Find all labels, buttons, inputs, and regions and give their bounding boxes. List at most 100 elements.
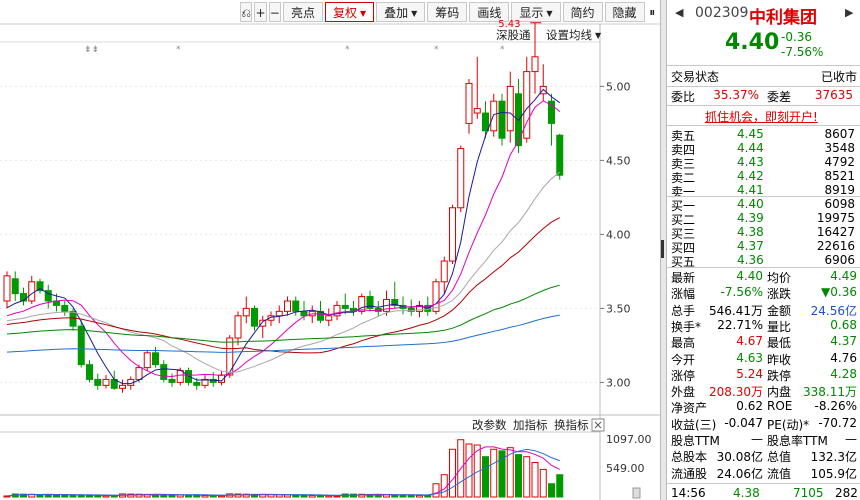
stat-label: 股息TTM: [671, 434, 720, 448]
weibi-row: 委比 35.37% 委差 37635: [667, 86, 857, 105]
candle-body: [77, 325, 85, 366]
volume-tick-label: 549.00: [606, 462, 645, 475]
stat-row: 收益(三) -0.047 PE(动)* -70.72: [667, 416, 860, 432]
candle-body: [275, 310, 283, 317]
divider: [667, 483, 860, 484]
bid-row: 买四 4.37 22616: [667, 239, 860, 255]
stat-label: PE(动)*: [767, 417, 810, 432]
stat-label: 流值: [767, 466, 792, 481]
stock-name: 中利集团: [749, 8, 817, 28]
ask-book: 卖五 4.45 8607 卖四 4.44 3548 卖三 4.43 4792 卖二 4.42 8521…: [667, 127, 860, 199]
volume-bar: [300, 494, 308, 498]
stat-value: 4.76: [830, 350, 857, 365]
stat-value: 24.56亿: [810, 303, 857, 318]
ma-line: [6, 171, 561, 373]
ask-row: 卖五 4.45 8607: [667, 127, 860, 143]
stat-label: 净资产: [671, 401, 708, 416]
splitter-handle-icon[interactable]: [661, 240, 664, 258]
order-price: 4.37: [737, 239, 764, 253]
stat-label: 总股本: [671, 450, 708, 465]
volume-bar: [407, 494, 415, 498]
candle-body: [168, 378, 176, 383]
stat-label: 内盘: [767, 385, 792, 400]
candle-body: [449, 207, 456, 262]
bid-row: 买二 4.39 19975: [667, 211, 860, 227]
candle-body: [473, 108, 481, 114]
stat-row: 最高 4.67 最低 4.37: [667, 334, 860, 350]
stat-value: 0.62: [736, 399, 763, 414]
y-tick-label: 3.00: [606, 376, 631, 389]
volume-bar: [548, 483, 555, 498]
hk-connect-link[interactable]: 深股通: [496, 27, 531, 43]
event-marker: *: [434, 45, 439, 55]
stat-label: 均价: [767, 271, 792, 285]
candle-body: [465, 82, 473, 124]
candle-body: [102, 378, 110, 386]
candle-body: [506, 85, 514, 132]
order-volume: 22616: [816, 239, 855, 253]
indicator-link-1[interactable]: 加指标: [513, 418, 548, 432]
last-price: 4.40: [725, 30, 780, 55]
caret-down-icon: ▼: [595, 31, 602, 40]
stat-row: 最新 4.40 均价 4.49: [667, 269, 860, 285]
ma-settings-link[interactable]: 设置均线 ▼: [546, 27, 601, 43]
candle-body: [3, 275, 11, 302]
weibi-label: 委比: [671, 90, 696, 104]
next-stock-icon[interactable]: ▶: [845, 6, 853, 19]
candle-body: [119, 384, 126, 389]
volume-bar: [201, 495, 209, 498]
volume-bar: [523, 456, 531, 498]
prev-stock-icon[interactable]: ◀: [675, 6, 683, 19]
stat-label: 涨跌: [767, 287, 792, 302]
stat-value: 5.24: [736, 366, 763, 381]
status-label: 交易状态: [671, 70, 720, 84]
y-tick-label: 3.50: [606, 302, 631, 315]
volume-bar: [424, 495, 432, 498]
stat-value: 4.40: [736, 269, 763, 283]
stat-label: 总手: [671, 303, 696, 318]
volume-bar: [449, 448, 456, 498]
kline-chart[interactable]: 5.004.504.003.503.005.43⇟⇟ * * * *1097.00549…: [0, 0, 660, 500]
candle-body: [482, 112, 489, 132]
bid-row: 买三 4.38 16427: [667, 225, 860, 241]
ask-row: 卖四 4.44 3548: [667, 141, 860, 157]
candle-body: [11, 278, 19, 295]
stats-table: 最新 4.40 均价 4.49 涨幅 -7.56% 涨跌 ▼0.36 总手 546.41万 金额 24…: [667, 269, 860, 481]
ma-settings-label: 设置均线: [546, 28, 592, 42]
candle-body: [193, 381, 201, 386]
tick-price: 4.38: [733, 486, 760, 500]
volume-bar: [539, 468, 547, 498]
ma-line: [6, 217, 560, 354]
candle-body: [300, 310, 308, 317]
order-volume: 6906: [824, 253, 855, 267]
scroll-handle[interactable]: [632, 487, 641, 499]
stat-label: 今开: [671, 352, 696, 367]
tick-count: 282: [835, 486, 858, 500]
bid-row: 买一 4.40 6098: [667, 197, 860, 213]
stat-value: 0.68: [830, 317, 857, 332]
order-volume: 4792: [824, 155, 855, 169]
stat-row: 外盘 208.30万 内盘 338.11万: [667, 383, 860, 399]
price-change: -0.36: [781, 30, 813, 44]
stat-value: -8.26%: [814, 399, 857, 414]
ask-row: 卖一 4.41 8919: [667, 183, 860, 199]
stat-label: 昨收: [767, 352, 792, 367]
volume-bar: [556, 474, 564, 498]
indicator-link-0[interactable]: 改参数: [472, 418, 507, 432]
order-price: 4.38: [737, 225, 764, 239]
event-marker: ⇟⇟: [84, 45, 99, 55]
volume-bar: [77, 494, 85, 498]
candle-body: [28, 281, 36, 302]
volume-bar: [284, 494, 291, 498]
stat-label: 量比: [767, 319, 792, 334]
y-tick-label: 4.50: [606, 154, 631, 167]
order-price: 4.39: [737, 211, 764, 225]
stat-value: 105.9亿: [810, 466, 857, 481]
status-value: 已收市: [820, 70, 857, 84]
open-account-link[interactable]: 抓住机会，即刻开户!: [705, 108, 818, 125]
stat-value: 338.11万: [803, 385, 857, 400]
stat-value: 208.30万: [709, 385, 763, 400]
candle-body: [69, 310, 77, 327]
candle-body: [531, 56, 539, 73]
indicator-link-2[interactable]: 换指标: [554, 418, 589, 432]
